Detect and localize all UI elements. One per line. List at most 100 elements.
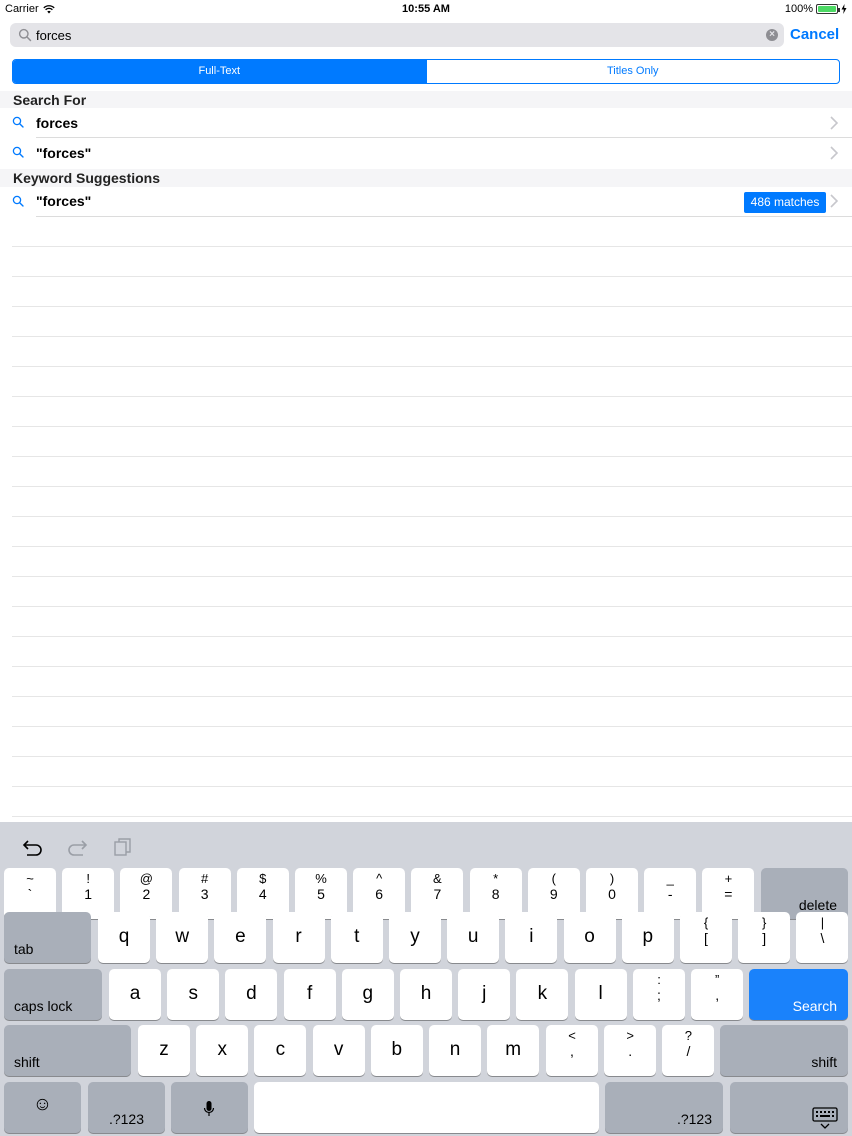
key-symbol: 9 bbox=[549, 886, 558, 902]
key-u[interactable]: u bbox=[447, 912, 500, 963]
search-input[interactable] bbox=[36, 27, 756, 43]
key-punct-0[interactable]: <, bbox=[546, 1025, 598, 1076]
key-c[interactable]: c bbox=[254, 1025, 307, 1076]
key-v[interactable]: v bbox=[312, 1025, 365, 1076]
key-letter: a bbox=[129, 983, 141, 1004]
key-w[interactable]: w bbox=[156, 912, 209, 963]
key-\[interactable]: | \ bbox=[796, 912, 849, 963]
section-header-search-for: Search For bbox=[0, 91, 852, 109]
search-key[interactable]: Search bbox=[749, 969, 848, 1020]
key-letter: p bbox=[642, 926, 654, 947]
key-j[interactable]: j bbox=[458, 969, 511, 1020]
search-field[interactable]: × bbox=[10, 23, 784, 47]
caps-lock-key[interactable]: caps lock bbox=[4, 969, 102, 1020]
search-icon bbox=[12, 195, 24, 207]
numbers-key-right[interactable]: .?123 bbox=[605, 1082, 723, 1133]
key-letter: l bbox=[598, 983, 603, 1004]
key-f[interactable]: f bbox=[283, 969, 336, 1020]
key-h[interactable]: h bbox=[400, 969, 452, 1020]
key-shift-symbol: + bbox=[724, 871, 733, 886]
dictation-key[interactable] bbox=[171, 1082, 248, 1133]
shift-left-key[interactable]: shift bbox=[4, 1025, 131, 1076]
key-shift-symbol: | bbox=[820, 915, 825, 930]
paste-icon[interactable] bbox=[112, 836, 134, 858]
key-letter: r bbox=[295, 926, 302, 947]
list-item[interactable]: "forces" 486 matches bbox=[0, 187, 852, 217]
key-label: shift bbox=[14, 1054, 40, 1070]
key-symbol: . bbox=[628, 1043, 633, 1059]
row-separator bbox=[12, 246, 852, 247]
key-label: delete bbox=[798, 897, 837, 913]
key-n[interactable]: n bbox=[429, 1025, 481, 1076]
chevron-right-icon bbox=[830, 146, 838, 160]
key-letter: n bbox=[449, 1039, 461, 1060]
key-e[interactable]: e bbox=[214, 912, 267, 963]
key-symbol-0[interactable]: :; bbox=[633, 969, 685, 1020]
key-letter: m bbox=[505, 1039, 522, 1060]
key-d[interactable]: d bbox=[225, 969, 278, 1020]
key-label: tab bbox=[14, 941, 34, 957]
key-z[interactable]: z bbox=[138, 1025, 190, 1076]
redo-icon[interactable] bbox=[66, 836, 88, 858]
key-][interactable]: }] bbox=[738, 912, 791, 963]
key-i[interactable]: i bbox=[505, 912, 558, 963]
key-punct-2[interactable]: ? / bbox=[662, 1025, 715, 1076]
numbers-key-left[interactable]: .?123 bbox=[88, 1082, 165, 1133]
key-letter: f bbox=[306, 983, 313, 1004]
cancel-button[interactable]: Cancel bbox=[790, 26, 839, 43]
key-m[interactable]: m bbox=[487, 1025, 540, 1076]
chevron-right-icon bbox=[830, 116, 838, 130]
key-t[interactable]: t bbox=[330, 912, 383, 963]
key-y[interactable]: y bbox=[389, 912, 441, 963]
status-right: 100% bbox=[785, 3, 847, 15]
key-letter: e bbox=[235, 926, 246, 947]
key-o[interactable]: o bbox=[563, 912, 616, 963]
key-letter: s bbox=[188, 983, 198, 1004]
key-x[interactable]: x bbox=[196, 1025, 249, 1076]
row-separator bbox=[12, 546, 852, 547]
key-punct-1[interactable]: >. bbox=[604, 1025, 657, 1076]
key-letter: o bbox=[584, 926, 595, 947]
emoji-key[interactable]: ☺ bbox=[4, 1082, 81, 1133]
key-a[interactable]: a bbox=[109, 969, 161, 1020]
battery-icon bbox=[816, 4, 840, 14]
clear-search-icon[interactable]: × bbox=[766, 29, 778, 41]
list-item-label: "forces" bbox=[36, 193, 92, 209]
key-g[interactable]: g bbox=[341, 969, 394, 1020]
key-shift-symbol: * bbox=[493, 871, 499, 886]
search-icon bbox=[12, 146, 24, 158]
battery-percent: 100% bbox=[784, 3, 813, 15]
space-key[interactable] bbox=[254, 1082, 599, 1133]
key-letter: c bbox=[275, 1039, 286, 1060]
key-symbol-1[interactable]: ”, bbox=[691, 969, 744, 1020]
segment-titles-only[interactable]: Titles Only bbox=[425, 60, 840, 83]
undo-icon[interactable] bbox=[22, 836, 44, 858]
shift-right-key[interactable]: shift bbox=[720, 1025, 848, 1076]
row-separator bbox=[12, 516, 852, 517]
match-count-badge: 486 matches bbox=[744, 192, 826, 213]
tab-key[interactable]: tab bbox=[4, 912, 91, 963]
key-symbol: ] bbox=[762, 930, 767, 946]
key-l[interactable]: l bbox=[574, 969, 627, 1020]
key-letter: i bbox=[529, 926, 534, 947]
key-letter: w bbox=[175, 926, 190, 947]
microphone-icon bbox=[203, 1101, 215, 1116]
key-k[interactable]: k bbox=[516, 969, 569, 1020]
key-[[interactable]: {[ bbox=[680, 912, 732, 963]
segment-full-text[interactable]: Full-Text bbox=[13, 60, 426, 83]
row-separator bbox=[12, 816, 852, 817]
key-label: .?123 bbox=[108, 1111, 145, 1127]
key-q[interactable]: q bbox=[98, 912, 150, 963]
key-letter: q bbox=[118, 926, 130, 947]
key-label: shift bbox=[811, 1054, 837, 1070]
key-b[interactable]: b bbox=[370, 1025, 423, 1076]
key-shift-symbol: ( bbox=[551, 871, 556, 886]
list-item[interactable]: forces bbox=[0, 108, 852, 138]
key-p[interactable]: p bbox=[621, 912, 674, 963]
key-letter: v bbox=[333, 1039, 344, 1060]
key-r[interactable]: r bbox=[272, 912, 325, 963]
list-item[interactable]: "forces" bbox=[0, 138, 852, 168]
key-letter: y bbox=[410, 926, 420, 947]
key-s[interactable]: s bbox=[167, 969, 220, 1020]
hide-keyboard-key[interactable] bbox=[730, 1082, 848, 1133]
